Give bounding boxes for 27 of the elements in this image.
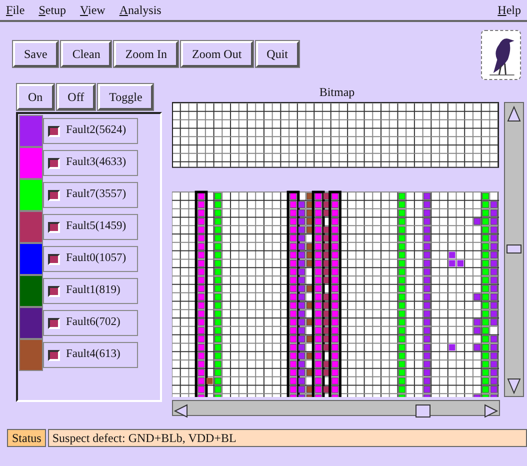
menu-item[interactable]: Analysis bbox=[119, 1, 162, 19]
menu-item[interactable]: View bbox=[80, 1, 106, 19]
fault-toggle[interactable]: Fault0(1057) bbox=[43, 246, 138, 272]
fault-toggle[interactable]: Fault2(5624) bbox=[43, 118, 138, 144]
fault-button[interactable]: Toggle bbox=[98, 84, 154, 110]
horizontal-scrollbar[interactable] bbox=[172, 400, 500, 416]
toolbar-button[interactable]: Quit bbox=[256, 41, 300, 67]
toolbar-button[interactable]: Zoom Out bbox=[181, 41, 253, 67]
vertical-scrollbar[interactable] bbox=[504, 102, 524, 397]
fault-toggle[interactable]: Fault5(1459) bbox=[43, 214, 138, 240]
fault-button[interactable]: Off bbox=[56, 84, 96, 110]
menu-item[interactable]: Setup bbox=[38, 1, 66, 19]
bitmap-title: Bitmap bbox=[318, 84, 356, 100]
fault-toggle[interactable]: Fault6(702) bbox=[43, 310, 138, 336]
status-text: Suspect defect: GND+BLb, VDD+BL bbox=[48, 429, 527, 447]
toolbar-button[interactable]: Save bbox=[13, 41, 58, 67]
fault-toggle[interactable]: Fault3(4633) bbox=[43, 150, 138, 176]
bird-logo-icon bbox=[481, 30, 521, 80]
fault-toggle[interactable]: Fault4(613) bbox=[43, 342, 138, 368]
menu-item[interactable]: Help bbox=[498, 1, 521, 19]
toolbar-button[interactable]: Zoom In bbox=[114, 41, 178, 67]
fault-toggle[interactable]: Fault1(819) bbox=[43, 278, 138, 304]
fault-button[interactable]: On bbox=[17, 84, 54, 110]
menu-item[interactable]: File bbox=[6, 1, 25, 19]
status-label: Status bbox=[7, 429, 46, 447]
fault-toggle[interactable]: Fault7(3557) bbox=[43, 182, 138, 208]
toolbar-button[interactable]: Clean bbox=[61, 41, 112, 67]
